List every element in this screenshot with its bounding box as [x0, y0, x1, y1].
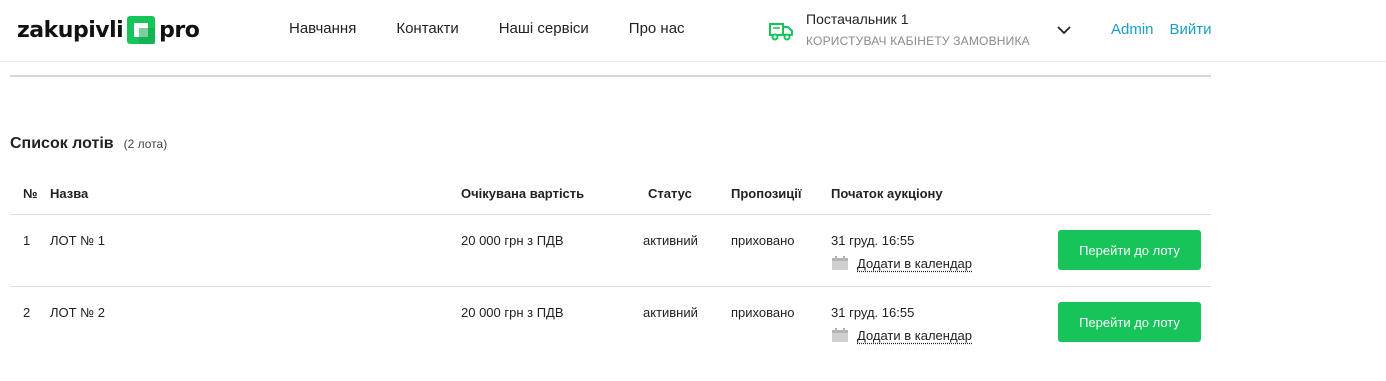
truck-icon — [769, 23, 793, 41]
supplier-name: Постачальник 1 — [806, 11, 909, 27]
col-num: № — [23, 186, 38, 201]
lot-price: 20 000 грн з ПДВ — [461, 233, 564, 248]
site-header: zakupivli pro Навчання Контакти Наші сер… — [0, 0, 1386, 62]
add-to-calendar-link[interactable]: Додати в календар — [857, 256, 972, 271]
table-row: 1 ЛОТ № 1 20 000 грн з ПДВ активний прих… — [10, 215, 1211, 287]
add-to-calendar[interactable]: Додати в календар — [831, 327, 972, 343]
lots-title: Список лотів — [10, 135, 114, 152]
lot-price: 20 000 грн з ПДВ — [461, 305, 564, 320]
lot-auction-start: 31 груд. 16:55 — [831, 233, 915, 248]
logo-text-left: zakupivli — [17, 17, 124, 43]
col-start: Початок аукціону — [831, 186, 943, 201]
col-price: Очікувана вартість — [461, 186, 585, 201]
account-switcher[interactable]: Постачальник 1 КОРИСТУВАЧ КАБІНЕТУ ЗАМОВ… — [768, 10, 1078, 52]
logo-text-right: pro — [159, 17, 200, 43]
lot-status: активний — [643, 305, 698, 320]
lot-num: 1 — [23, 233, 31, 248]
section-divider — [10, 75, 1211, 77]
lot-offers: приховано — [731, 305, 795, 320]
lots-count: (2 лота) — [123, 137, 168, 151]
lot-status: активний — [643, 233, 698, 248]
calendar-icon — [832, 328, 848, 342]
lot-offers: приховано — [731, 233, 795, 248]
admin-link[interactable]: Admin — [1111, 21, 1154, 38]
supplier-role: КОРИСТУВАЧ КАБІНЕТУ ЗАМОВНИКА — [806, 34, 1030, 48]
lot-name: ЛОТ № 1 — [50, 233, 105, 248]
chevron-down-icon[interactable] — [1056, 22, 1072, 38]
calendar-icon — [832, 256, 848, 270]
logo-mark-icon — [127, 16, 156, 44]
nav-item-contacts[interactable]: Контакти — [396, 20, 458, 37]
col-offers: Пропозиції — [731, 186, 802, 201]
go-to-lot-button[interactable]: Перейти до лоту — [1058, 230, 1201, 270]
nav-item-training[interactable]: Навчання — [289, 20, 356, 37]
table-header: № Назва Очікувана вартість Статус Пропоз… — [10, 172, 1211, 215]
col-status: Статус — [648, 186, 692, 201]
table-row: 2 ЛОТ № 2 20 000 грн з ПДВ активний прих… — [10, 287, 1211, 359]
lots-table: № Назва Очікувана вартість Статус Пропоз… — [10, 172, 1211, 359]
lot-num: 2 — [23, 305, 31, 320]
main-nav: Навчання Контакти Наші сервіси Про нас — [289, 20, 725, 37]
nav-item-about[interactable]: Про нас — [629, 20, 685, 37]
lots-heading: Список лотів (2 лота) — [10, 135, 167, 153]
logo[interactable]: zakupivli pro — [17, 13, 200, 47]
nav-item-services[interactable]: Наші сервіси — [499, 20, 589, 37]
col-name: Назва — [50, 186, 89, 201]
add-to-calendar-link[interactable]: Додати в календар — [857, 328, 972, 343]
go-to-lot-button[interactable]: Перейти до лоту — [1058, 302, 1201, 342]
lot-name: ЛОТ № 2 — [50, 305, 105, 320]
user-links: Admin Вийти — [1111, 21, 1228, 38]
add-to-calendar[interactable]: Додати в календар — [831, 255, 972, 271]
lot-auction-start: 31 груд. 16:55 — [831, 305, 915, 320]
logout-link[interactable]: Вийти — [1170, 21, 1212, 38]
